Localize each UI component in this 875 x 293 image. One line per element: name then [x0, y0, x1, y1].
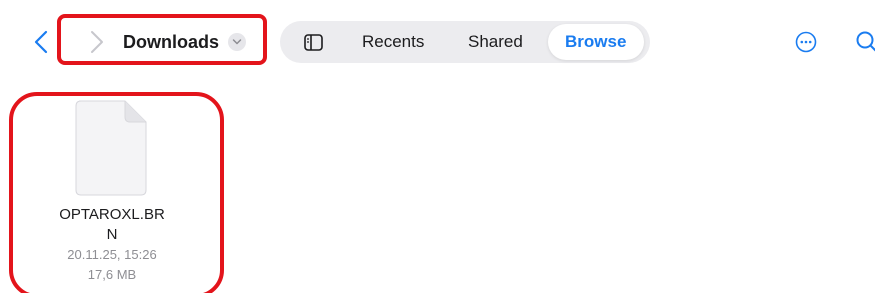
ellipsis-circle-icon [795, 31, 817, 53]
file-item[interactable]: OPTAROXL.BR N 20.11.25, 15:26 17,6 MB [24, 100, 200, 293]
tab-browse[interactable]: Browse [565, 32, 626, 52]
chevron-right-icon [91, 31, 103, 53]
file-size: 17,6 MB [87, 267, 137, 282]
search-icon [856, 31, 875, 52]
document-icon [75, 100, 147, 196]
file-name: OPTAROXL.BR [59, 206, 165, 223]
tab-shared[interactable]: Shared [468, 32, 523, 52]
files-browser: Downloads Recents Shared Browse OPTAROXL… [0, 0, 875, 293]
sidebar-toggle-button[interactable] [303, 32, 323, 52]
more-options-button[interactable] [795, 31, 817, 53]
sidebar-icon [303, 33, 323, 51]
search-button[interactable] [855, 29, 875, 55]
back-button[interactable] [30, 29, 52, 55]
location-title[interactable]: Downloads [123, 31, 219, 53]
file-name-continued: N [106, 226, 118, 243]
file-date: 20.11.25, 15:26 [67, 247, 157, 262]
chevron-left-icon [34, 30, 48, 54]
chevron-down-icon [232, 39, 242, 45]
forward-button[interactable] [86, 29, 108, 55]
tab-recents[interactable]: Recents [362, 32, 424, 52]
location-menu-button[interactable] [228, 33, 246, 51]
